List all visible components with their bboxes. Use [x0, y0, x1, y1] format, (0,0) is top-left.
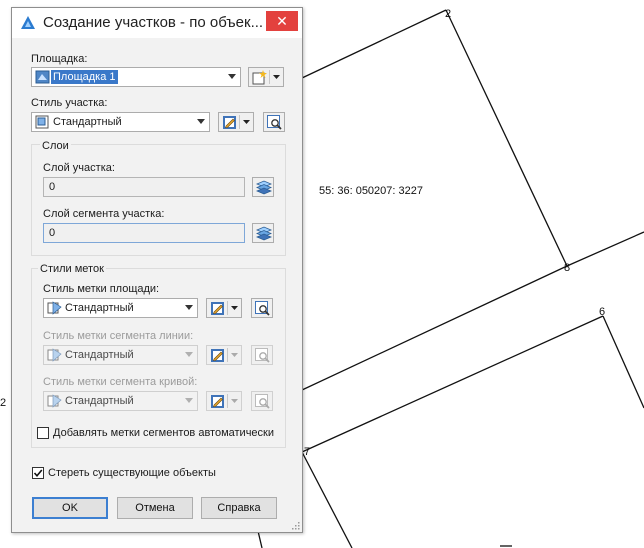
chevron-down-icon — [231, 399, 238, 403]
close-icon: ✕ — [276, 13, 288, 29]
auto-add-labels-label: Добавлять метки сегментов автоматически — [53, 427, 275, 439]
parcel-line — [602, 315, 644, 409]
create-site-button[interactable] — [248, 67, 284, 87]
vertex-label: 2 — [445, 8, 451, 20]
parcel-line — [566, 231, 644, 267]
parcel-line — [301, 265, 568, 391]
segment-layer-button[interactable] — [252, 223, 274, 243]
layers-icon — [256, 180, 272, 195]
vertex-label: 8 — [564, 262, 570, 274]
site-select[interactable]: Площадка 1 — [31, 67, 241, 87]
segment-layer-value: 0 — [49, 227, 56, 239]
parcel-layer-label: Слой участка: — [43, 162, 115, 174]
curve-segment-label-style-edit-button[interactable] — [206, 391, 242, 411]
line-segment-label-style-label: Стиль метки сегмента линии: — [43, 330, 194, 342]
label-style-icon — [47, 348, 62, 362]
parcel-style-icon — [35, 115, 49, 129]
preview-magnify-icon — [255, 394, 270, 409]
chevron-down-icon — [243, 120, 250, 124]
preview-magnify-icon — [255, 301, 270, 316]
site-value: Площадка 1 — [51, 70, 118, 84]
vertex-label: 7 — [304, 446, 310, 458]
segment-layer-label: Слой сегмента участка: — [43, 208, 165, 220]
create-parcels-dialog: Создание участков - по объек... ✕ Площад… — [11, 7, 303, 533]
parcel-style-select[interactable]: Стандартный — [31, 112, 210, 132]
parcel-layer-button[interactable] — [252, 177, 274, 197]
parcel-line — [301, 451, 353, 548]
edit-style-icon — [211, 395, 224, 408]
help-button[interactable]: Справка — [201, 497, 277, 519]
parcel-line — [301, 315, 604, 453]
segment-layer-field[interactable]: 0 — [43, 223, 245, 243]
parcel-style-label: Стиль участка: — [31, 97, 108, 109]
line-segment-label-style-preview-button[interactable] — [251, 345, 273, 365]
erase-existing-checkbox[interactable] — [32, 467, 44, 479]
dialog-title: Создание участков - по объек... — [43, 14, 264, 31]
area-label-style-label: Стиль метки площади: — [43, 283, 160, 295]
area-label-style-select[interactable]: Стандартный — [43, 298, 198, 318]
parcel-style-preview-button[interactable] — [263, 112, 285, 132]
chevron-down-icon — [273, 75, 280, 79]
line-segment-label-style-edit-button[interactable] — [206, 345, 242, 365]
dialog-titlebar[interactable]: Создание участков - по объек... ✕ — [12, 8, 302, 38]
vertex-label: 2 — [0, 397, 6, 409]
chevron-down-icon — [185, 305, 193, 310]
curve-segment-label-style-preview-button[interactable] — [251, 391, 273, 411]
parcel-number-label: 55: 36: 050207: 3227 — [319, 185, 423, 197]
area-label-style-preview-button[interactable] — [251, 298, 273, 318]
preview-magnify-icon — [255, 348, 270, 363]
line-segment-label-style-value: Стандартный — [65, 349, 134, 361]
erase-existing-label: Стереть существующие объекты — [48, 467, 216, 479]
checkmark-icon — [33, 469, 43, 478]
layers-group-title: Слои — [40, 140, 71, 152]
preview-magnify-icon — [267, 115, 282, 130]
close-button[interactable]: ✕ — [266, 11, 298, 31]
chevron-down-icon — [185, 398, 193, 403]
chevron-down-icon — [185, 352, 193, 357]
area-label-style-value: Стандартный — [65, 302, 134, 314]
ok-button[interactable]: OK — [32, 497, 108, 519]
auto-add-labels-checkbox[interactable] — [37, 427, 49, 439]
label-style-icon — [47, 394, 62, 408]
vertex-label: 6 — [599, 306, 605, 318]
curve-segment-label-style-value: Стандартный — [65, 395, 134, 407]
cancel-button[interactable]: Отмена — [117, 497, 193, 519]
parcel-layer-value: 0 — [49, 181, 56, 193]
edit-style-icon — [211, 349, 224, 362]
site-label: Площадка: — [31, 53, 88, 65]
curve-segment-label-style-select[interactable]: Стандартный — [43, 391, 198, 411]
chevron-down-icon — [231, 353, 238, 357]
chevron-down-icon — [231, 306, 238, 310]
parcel-line — [301, 9, 447, 79]
edit-style-icon — [211, 302, 224, 315]
label-style-icon — [47, 301, 62, 315]
site-icon — [35, 70, 50, 84]
chevron-down-icon — [228, 74, 236, 79]
parcel-style-value: Стандартный — [53, 116, 122, 128]
edit-style-icon — [223, 116, 236, 129]
resize-grip-icon[interactable] — [290, 520, 300, 530]
parcel-style-edit-button[interactable] — [218, 112, 254, 132]
chevron-down-icon — [197, 119, 205, 124]
civil3d-app-icon — [21, 16, 35, 29]
layers-icon — [256, 226, 272, 241]
label-styles-group-title: Стили меток — [38, 263, 106, 275]
curve-segment-label-style-label: Стиль метки сегмента кривой: — [43, 376, 198, 388]
area-label-style-edit-button[interactable] — [206, 298, 242, 318]
parcel-line — [445, 9, 568, 267]
new-site-icon — [252, 70, 267, 85]
parcel-line — [257, 530, 263, 548]
parcel-layer-field[interactable]: 0 — [43, 177, 245, 197]
line-segment-label-style-select[interactable]: Стандартный — [43, 345, 198, 365]
